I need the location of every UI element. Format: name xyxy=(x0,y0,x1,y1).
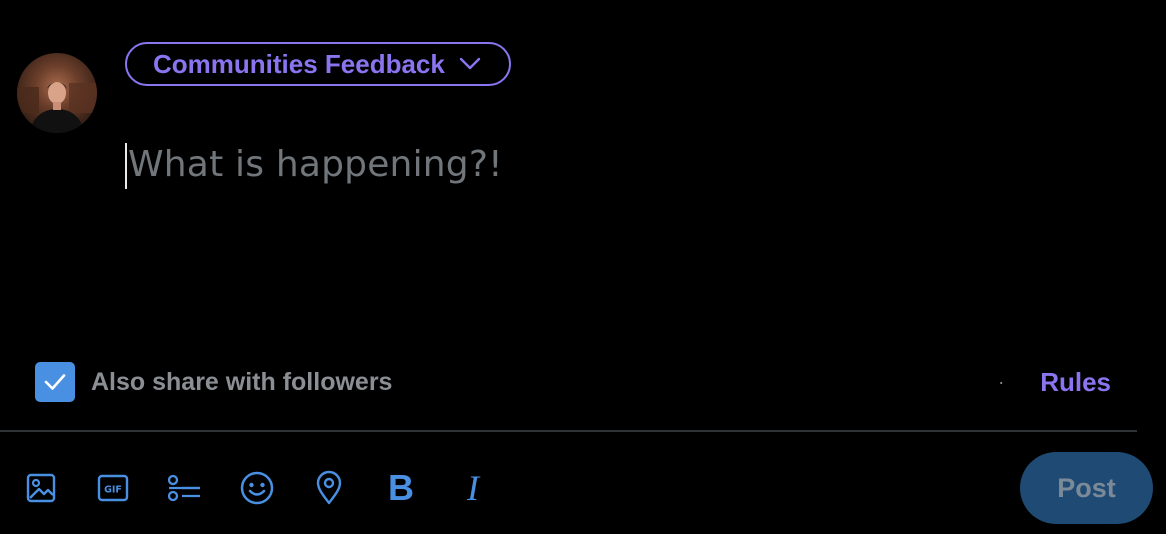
italic-icon[interactable]: I xyxy=(453,466,493,510)
share-with-followers-checkbox[interactable] xyxy=(35,362,75,402)
composer-toolbar: GIF B I xyxy=(21,466,525,510)
avatar-photo xyxy=(17,82,97,133)
emoji-icon[interactable] xyxy=(237,466,277,510)
bold-icon[interactable]: B xyxy=(381,466,421,510)
community-audience-selector[interactable]: Communities Feedback xyxy=(125,42,511,86)
text-caret xyxy=(125,143,127,189)
post-text-input[interactable]: What is happening?! xyxy=(125,140,1025,290)
divider xyxy=(0,430,1137,432)
post-button[interactable]: Post xyxy=(1020,452,1153,524)
community-name-label: Communities Feedback xyxy=(153,48,445,79)
share-with-followers-row: Also share with followers · Rules xyxy=(35,362,1111,402)
bold-glyph: B xyxy=(388,467,414,508)
rules-link[interactable]: Rules xyxy=(1040,367,1111,398)
separator-dot: · xyxy=(998,371,1005,392)
location-icon[interactable] xyxy=(309,466,349,510)
checkmark-icon xyxy=(44,374,66,390)
gif-icon[interactable]: GIF xyxy=(93,466,133,510)
image-icon[interactable] xyxy=(21,466,61,510)
poll-icon[interactable] xyxy=(165,466,205,510)
share-with-followers-label: Also share with followers xyxy=(91,367,393,396)
user-avatar[interactable] xyxy=(17,53,97,133)
chevron-down-icon xyxy=(459,57,481,71)
italic-glyph: I xyxy=(467,468,479,508)
composer-placeholder: What is happening?! xyxy=(128,144,503,185)
svg-text:GIF: GIF xyxy=(104,485,122,496)
